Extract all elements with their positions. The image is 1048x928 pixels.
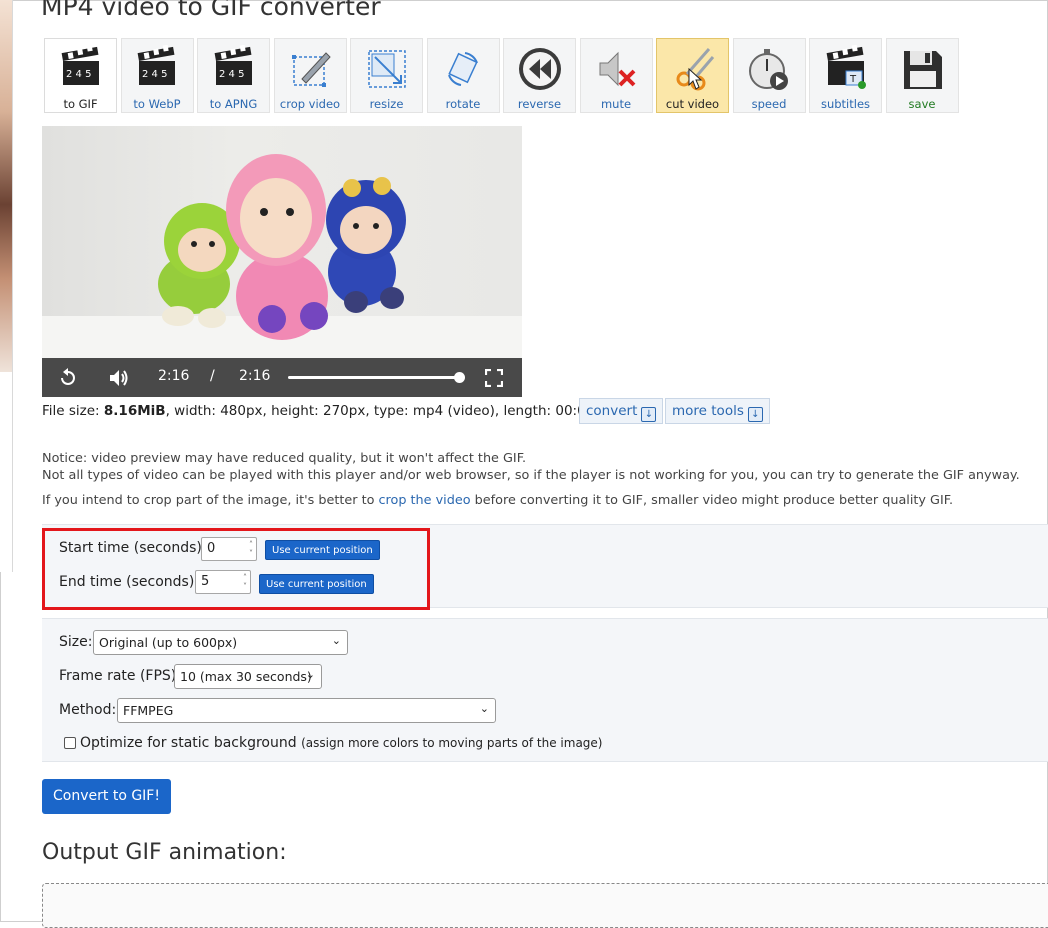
tool-label: cut video — [665, 97, 720, 111]
svg-text:2 4 5: 2 4 5 — [142, 69, 167, 80]
current-time: 2:16 — [158, 368, 190, 384]
scissors-icon — [676, 48, 714, 91]
tool-reverse[interactable]: reverse — [503, 38, 576, 113]
tool-label: mute — [600, 97, 632, 111]
chevron-down-icon: ⌄ — [305, 668, 315, 681]
tool-mute[interactable]: mute — [579, 38, 653, 113]
optimize-checkbox[interactable] — [64, 737, 76, 749]
method-label: Method: — [59, 702, 117, 718]
crop-video-link[interactable]: crop the video — [379, 493, 471, 508]
subtitles-clapperboard-icon: T — [826, 45, 866, 89]
svg-text:T: T — [849, 74, 857, 85]
clapperboard-icon: 2 4 5 — [61, 45, 99, 85]
tool-cut-video[interactable]: cut video — [656, 38, 729, 113]
tool-to-apng[interactable]: 2 4 5 to APNG — [197, 38, 270, 113]
crop-icon — [292, 52, 331, 87]
tool-crop-video[interactable]: crop video — [273, 38, 347, 113]
tool-label: save — [908, 97, 936, 111]
chevron-down-icon: ⌄ — [479, 702, 489, 715]
tool-label: rotate — [445, 97, 481, 111]
clapperboard-icon: 2 4 5 — [137, 45, 175, 85]
tool-label: to GIF — [63, 97, 98, 111]
side-thumbnail — [0, 0, 13, 572]
optimize-note: (assign more colors to moving parts of t… — [301, 736, 603, 750]
rotate-icon — [448, 52, 478, 86]
tool-label: speed — [751, 97, 787, 111]
arrow-down-icon: ↓ — [641, 407, 657, 422]
output-area — [42, 883, 1048, 928]
notice-line-3: If you intend to crop part of the image,… — [42, 493, 954, 508]
notice-line-1: Notice: video preview may have reduced q… — [42, 451, 527, 466]
notice-line-2: Not all types of video can be played wit… — [42, 468, 1020, 483]
optimize-label: Optimize for static background (assign m… — [80, 735, 603, 751]
time-separator: / — [210, 368, 215, 384]
fps-label: Frame rate (FPS): — [59, 668, 181, 684]
volume-icon[interactable] — [108, 367, 130, 389]
output-title: Output GIF animation: — [42, 840, 287, 865]
video-player[interactable]: 2:16 / 2:16 — [42, 126, 522, 397]
tool-speed[interactable]: speed — [732, 38, 806, 113]
thumbnail-image — [0, 0, 12, 372]
mute-speaker-icon — [599, 51, 636, 87]
file-size: 8.16MiB — [103, 403, 166, 419]
highlight-box — [42, 528, 430, 610]
tool-label: to APNG — [209, 97, 258, 111]
fullscreen-icon[interactable] — [485, 369, 503, 387]
tool-to-webp[interactable]: 2 4 5 to WebP — [120, 38, 194, 113]
duration: 2:16 — [239, 368, 271, 384]
video-frame-image — [158, 154, 406, 340]
fps-select[interactable]: 10 (max 30 seconds) ⌄ — [174, 664, 322, 689]
player-controls: 2:16 / 2:16 — [42, 358, 522, 397]
seek-bar[interactable] — [288, 372, 465, 383]
svg-text:2 4 5: 2 4 5 — [219, 69, 244, 80]
seek-handle[interactable] — [454, 372, 465, 383]
floppy-disk-icon — [904, 51, 942, 89]
tool-resize[interactable]: resize — [350, 38, 423, 113]
tool-label: resize — [369, 97, 404, 111]
tool-label: reverse — [517, 97, 562, 111]
size-select[interactable]: Original (up to 600px) ⌄ — [93, 630, 348, 655]
tool-subtitles[interactable]: T subtitles — [809, 38, 882, 113]
page-title: MP4 video to GIF converter — [41, 0, 381, 21]
arrow-down-icon: ↓ — [747, 407, 763, 422]
svg-text:2 4 5: 2 4 5 — [66, 69, 91, 80]
tool-label: subtitles — [820, 97, 871, 111]
convert-to-gif-button[interactable]: Convert to GIF! — [42, 779, 171, 814]
convert-link-button[interactable]: convert ↓ — [579, 398, 664, 424]
stopwatch-icon — [749, 49, 788, 90]
method-select[interactable]: FFMPEG ⌄ — [117, 698, 496, 723]
size-label: Size: — [59, 634, 93, 650]
tool-label: to WebP — [133, 97, 181, 111]
tool-to-gif[interactable]: 2 4 5 to GIF — [44, 38, 117, 113]
clapperboard-icon: 2 4 5 — [214, 45, 252, 85]
replay-icon[interactable] — [57, 367, 79, 389]
rewind-icon — [518, 48, 561, 90]
tool-label: crop video — [279, 97, 341, 111]
tool-toolbar: 2 4 5 to GIF 2 4 5 to WebP 2 4 5 to APNG — [44, 38, 962, 113]
chevron-down-icon: ⌄ — [331, 634, 341, 647]
resize-icon — [367, 50, 406, 88]
file-info: File size: 8.16MiB, width: 480px, height… — [42, 403, 616, 419]
tool-rotate[interactable]: rotate — [426, 38, 500, 113]
more-tools-button[interactable]: more tools ↓ — [665, 398, 770, 424]
tool-save[interactable]: save — [885, 38, 959, 113]
